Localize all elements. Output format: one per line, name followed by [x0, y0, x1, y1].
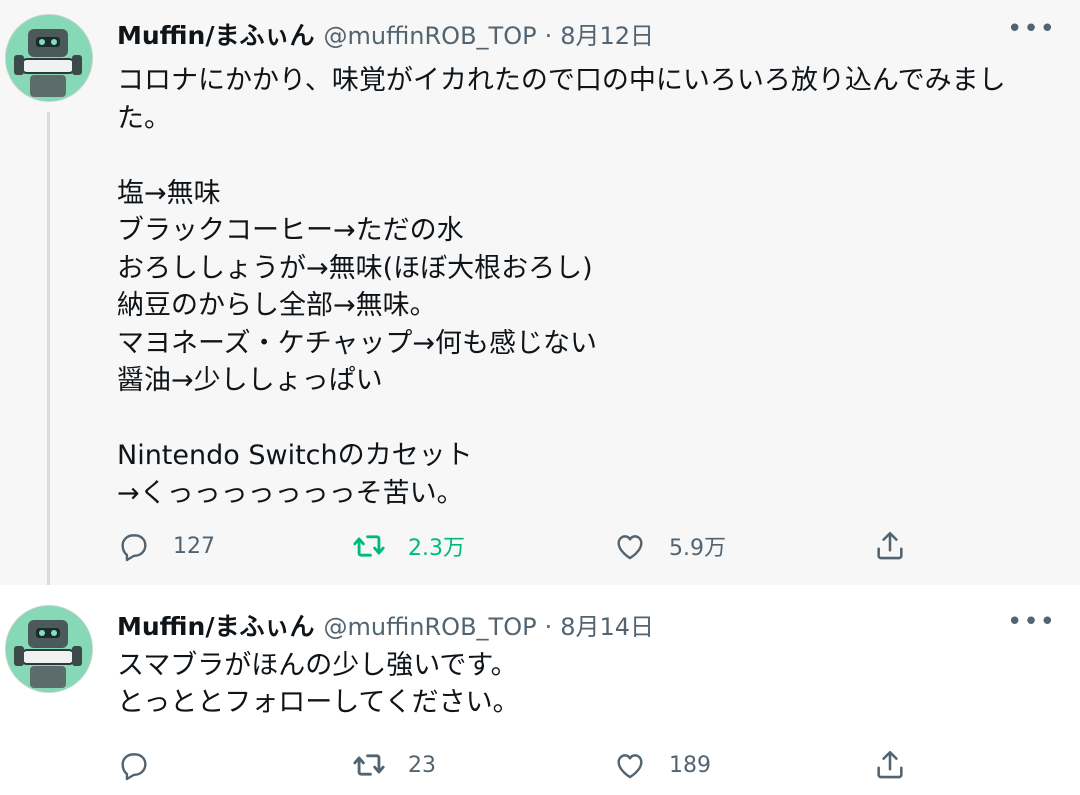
share-icon: [877, 531, 903, 560]
reply-count: 127: [173, 533, 215, 559]
tweet-1[interactable]: Muffin/まふぃん @muffinROB_TOP · 8月12日 ••• コ…: [0, 0, 1080, 612]
retweet-count: 2.3万: [408, 536, 465, 561]
author-handle[interactable]: @muffinROB_TOP: [324, 613, 537, 641]
retweet-count: 23: [408, 752, 436, 778]
avatar[interactable]: [5, 605, 93, 693]
retweet-button[interactable]: 2.3万: [352, 526, 465, 566]
retweet-icon: [353, 754, 385, 776]
like-count: 5.9万: [669, 536, 726, 561]
tweet-date[interactable]: 8月14日: [560, 607, 654, 642]
author-name[interactable]: Muffin/まふぃん: [117, 607, 315, 643]
tweet-header: Muffin/まふぃん @muffinROB_TOP · 8月12日: [117, 16, 654, 52]
more-options-icon[interactable]: •••: [1007, 607, 1056, 637]
author-handle[interactable]: @muffinROB_TOP: [324, 22, 537, 50]
author-name[interactable]: Muffin/まふぃん: [117, 16, 315, 52]
like-button[interactable]: 189: [613, 745, 711, 785]
reply-button[interactable]: [117, 745, 151, 785]
share-button[interactable]: [873, 745, 907, 785]
tweet-actions: 127 2.3万 5.9万: [117, 526, 917, 566]
heart-icon: [617, 754, 643, 779]
reply-icon: [121, 753, 147, 781]
separator: ·: [544, 613, 553, 641]
like-count: 189: [669, 752, 711, 778]
tweet-text: スマブラがほんの少し強いです。 とっととフォローしてください。: [117, 650, 520, 718]
tweet-2[interactable]: Muffin/まふぃん @muffinROB_TOP · 8月14日 ••• ス…: [0, 585, 1080, 795]
like-button[interactable]: 5.9万: [613, 526, 726, 566]
more-options-icon[interactable]: •••: [1007, 14, 1056, 44]
retweet-button[interactable]: 23: [352, 745, 436, 785]
share-icon: [877, 750, 903, 779]
tweet-header: Muffin/まふぃん @muffinROB_TOP · 8月14日: [117, 607, 654, 643]
thread-line: [47, 112, 50, 612]
retweet-icon: [353, 535, 385, 557]
tweet-actions: 23 189: [117, 745, 917, 785]
reply-button[interactable]: 127: [117, 526, 215, 566]
heart-icon: [617, 535, 643, 560]
tweet-date[interactable]: 8月12日: [560, 16, 654, 51]
reply-icon: [121, 534, 147, 562]
avatar[interactable]: [5, 14, 93, 102]
separator: ·: [544, 22, 553, 50]
tweet-text: コロナにかかり、味覚がイカれたので口の中にいろいろ放り込んでみまし た。 塩→無…: [117, 65, 1006, 509]
share-button[interactable]: [873, 526, 907, 566]
